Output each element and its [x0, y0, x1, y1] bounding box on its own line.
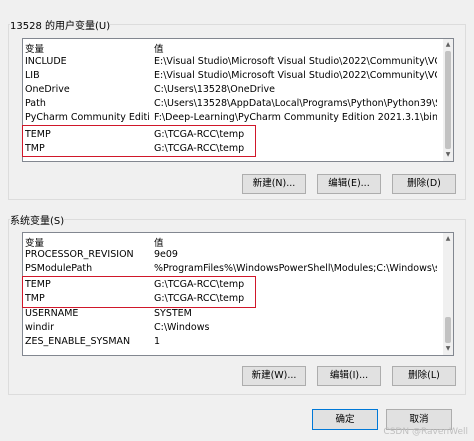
variable-name: TEMP [25, 129, 51, 140]
system-new-button[interactable]: 新建(W)... [242, 366, 306, 386]
table-row[interactable]: windir C:\Windows [23, 321, 443, 335]
system-variables-list[interactable]: 变量 值 PROCESSOR_REVISION 9e09 PSModulePat… [22, 232, 454, 356]
list-header[interactable]: 变量 值 [23, 39, 443, 55]
variable-value: 1 [154, 336, 161, 347]
watermark: CSDN @RavenWell [383, 427, 468, 437]
variable-value: E:\Visual Studio\Microsoft Visual Studio… [154, 70, 437, 81]
user-new-button[interactable]: 新建(N)... [242, 174, 306, 194]
variable-name: ZES_ENABLE_SYSMAN [25, 336, 131, 347]
scroll-up-icon[interactable]: ▲ [443, 234, 453, 244]
variable-value: G:\TCGA-RCC\temp [154, 279, 245, 290]
variable-value: C:\Users\13528\AppData\Local\Programs\Py… [154, 98, 437, 109]
vertical-scrollbar[interactable]: ▲ ▼ [443, 233, 453, 355]
variable-value: C:\Users\13528\OneDrive [154, 84, 275, 95]
table-row[interactable]: PSModulePath %ProgramFiles%\WindowsPower… [23, 262, 443, 276]
table-row[interactable]: PyCharm Community Edition F:\Deep-Learni… [23, 111, 443, 125]
column-variable-header[interactable]: 变量 [25, 41, 44, 55]
variable-name: TEMP [25, 279, 51, 290]
column-variable-header[interactable]: 变量 [25, 235, 44, 249]
variable-name: LIB [25, 70, 40, 81]
variable-value: G:\TCGA-RCC\temp [154, 129, 245, 140]
variable-name: windir [25, 322, 55, 333]
list-header[interactable]: 变量 值 [23, 233, 443, 249]
table-row[interactable]: TEMP G:\TCGA-RCC\temp [23, 128, 443, 142]
table-row[interactable]: TMP G:\TCGA-RCC\temp [23, 292, 443, 306]
table-row[interactable]: TEMP G:\TCGA-RCC\temp [23, 278, 443, 292]
table-row[interactable]: USERNAME SYSTEM [23, 307, 443, 321]
system-variables-title: 系统变量(S) [10, 212, 65, 227]
table-row[interactable]: Path C:\Users\13528\AppData\Local\Progra… [23, 97, 443, 111]
scrollbar-thumb[interactable] [445, 51, 451, 149]
table-row[interactable]: ZES_ENABLE_SYSMAN 1 [23, 335, 443, 349]
variable-value: F:\Deep-Learning\PyCharm Community Editi… [154, 112, 437, 123]
variable-value: 9e09 [154, 249, 178, 260]
scrollbar-thumb[interactable] [445, 317, 451, 343]
table-row[interactable]: LIB E:\Visual Studio\Microsoft Visual St… [23, 69, 443, 83]
variable-name: INCLUDE [25, 56, 67, 67]
variable-name: USERNAME [25, 308, 79, 319]
variable-name: TMP [25, 293, 45, 304]
variable-name: PyCharm Community Edition [25, 112, 150, 123]
system-edit-button[interactable]: 编辑(I)... [317, 366, 381, 386]
vertical-scrollbar[interactable]: ▲ ▼ [443, 39, 453, 161]
table-row[interactable]: INCLUDE E:\Visual Studio\Microsoft Visua… [23, 55, 443, 69]
table-row[interactable]: PROCESSOR_REVISION 9e09 [23, 248, 443, 262]
user-variables-list[interactable]: 变量 值 INCLUDE E:\Visual Studio\Microsoft … [22, 38, 454, 162]
variable-name: OneDrive [25, 84, 70, 95]
table-row[interactable]: OneDrive C:\Users\13528\OneDrive [23, 83, 443, 97]
user-edit-button[interactable]: 编辑(E)... [317, 174, 381, 194]
variable-value: SYSTEM [154, 308, 192, 319]
system-delete-button[interactable]: 删除(L) [392, 366, 456, 386]
variable-value: G:\TCGA-RCC\temp [154, 143, 245, 154]
column-value-header[interactable]: 值 [154, 41, 164, 55]
column-value-header[interactable]: 值 [154, 235, 164, 249]
variable-name: TMP [25, 143, 45, 154]
variable-value: G:\TCGA-RCC\temp [154, 293, 245, 304]
user-variables-title: 13528 的用户变量(U) [10, 17, 111, 32]
ok-button[interactable]: 确定 [312, 409, 378, 430]
variable-value: C:\Windows [154, 322, 210, 333]
variable-value: E:\Visual Studio\Microsoft Visual Studio… [154, 56, 437, 67]
variable-name: Path [25, 98, 46, 109]
scroll-down-icon[interactable]: ▼ [443, 150, 453, 160]
scroll-down-icon[interactable]: ▼ [443, 344, 453, 354]
table-row[interactable]: TMP G:\TCGA-RCC\temp [23, 142, 443, 156]
variable-name: PROCESSOR_REVISION [25, 249, 134, 260]
scroll-up-icon[interactable]: ▲ [443, 40, 453, 50]
variable-value: %ProgramFiles%\WindowsPowerShell\Modules… [154, 263, 437, 274]
user-delete-button[interactable]: 删除(D) [392, 174, 456, 194]
variable-name: PSModulePath [25, 263, 93, 274]
